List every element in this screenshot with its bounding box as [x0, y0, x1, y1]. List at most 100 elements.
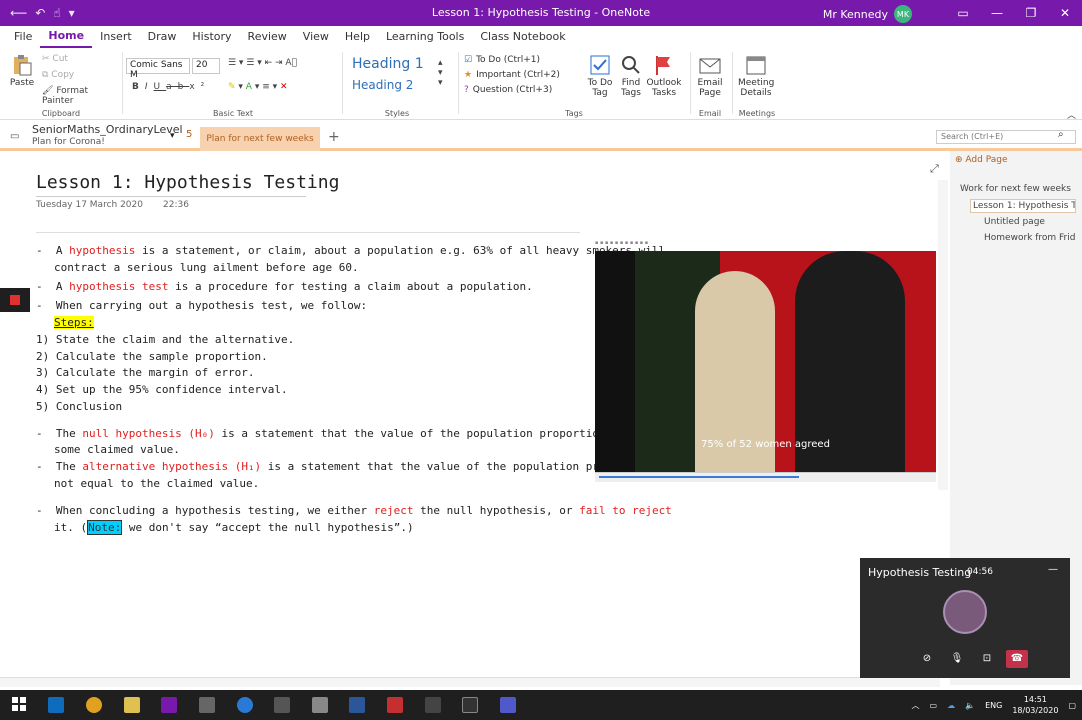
file-explorer-icon[interactable] [124, 697, 140, 713]
notebook-icon[interactable]: ▭ [10, 131, 19, 142]
outlook-icon[interactable] [48, 697, 64, 713]
call-window[interactable]: Hypothesis Testing 04:56 — ⊘ 🎙 ⊡ ☎ [860, 558, 1070, 678]
share-screen-icon[interactable]: ⊡ [976, 650, 998, 668]
vertical-scrollbar[interactable] [938, 180, 948, 490]
alt-hypothesis-line[interactable]: - The alternative hypothesis (H₁) is a s… [36, 460, 672, 473]
add-section-icon[interactable]: + [328, 129, 340, 145]
search-icon[interactable]: ⌕ [1058, 129, 1064, 140]
customize-icon[interactable]: ▾ [69, 6, 75, 20]
tab-help[interactable]: Help [337, 26, 378, 48]
video-controls[interactable] [595, 472, 936, 482]
step-2[interactable]: 2) Calculate the sample proportion. [36, 350, 268, 363]
camera-off-icon[interactable]: ⊘ [916, 650, 938, 668]
tab-learning-tools[interactable]: Learning Tools [378, 26, 472, 48]
tab-draw[interactable]: Draw [140, 26, 185, 48]
recording-indicator[interactable] [0, 288, 30, 312]
list-icons[interactable]: ☰ ▾ ☰ ▾ ⇤ ⇥ A⃥ [228, 58, 297, 68]
ribbon-display-icon[interactable]: ▭ [946, 0, 980, 26]
search-input[interactable]: Search (Ctrl+E) [936, 130, 1076, 144]
horizontal-scrollbar[interactable] [0, 677, 940, 687]
page-item-selected[interactable]: Lesson 1: Hypothesis Tes [970, 199, 1076, 213]
language-indicator[interactable]: ENG [985, 701, 1002, 710]
back-icon[interactable]: ⟵ [10, 6, 27, 20]
minimize-icon[interactable]: — [980, 0, 1014, 26]
note-line-1b[interactable]: contract a serious lung ailment before a… [54, 261, 359, 274]
outlook-tasks-button[interactable]: Outlook Tasks [646, 54, 682, 98]
notification-icon[interactable]: ▢ [1068, 701, 1076, 710]
step-1[interactable]: 1) State the claim and the alternative. [36, 333, 294, 346]
app-icon[interactable] [312, 697, 328, 713]
notebook-name[interactable]: SeniorMaths_OrdinaryLevel [32, 123, 183, 136]
null-hypothesis-line-b[interactable]: some claimed value. [54, 443, 180, 456]
app-icon[interactable] [237, 697, 253, 713]
tag-question[interactable]: ? Question (Ctrl+3) [464, 85, 552, 95]
restore-icon[interactable]: ❐ [1014, 0, 1048, 26]
paste-button[interactable]: Paste [4, 54, 40, 88]
tab-review[interactable]: Review [240, 26, 295, 48]
page-item[interactable]: Untitled page [984, 217, 1078, 227]
network-icon[interactable]: ▭ [930, 701, 938, 710]
clock[interactable]: 14:51 18/03/2020 [1012, 694, 1058, 716]
close-icon[interactable]: ✕ [1048, 0, 1082, 26]
teams-icon[interactable] [500, 697, 516, 713]
step-3[interactable]: 3) Calculate the margin of error. [36, 366, 255, 379]
heading2-style[interactable]: Heading 2 [352, 78, 413, 92]
add-page-button[interactable]: ⊕ Add Page [955, 155, 1077, 169]
section-group-name[interactable]: Plan for Corona! [32, 137, 105, 147]
tab-insert[interactable]: Insert [92, 26, 140, 48]
null-hypothesis-line[interactable]: - The null hypothesis (H₀) is a statemen… [36, 427, 685, 440]
email-page-button[interactable]: Email Page [692, 54, 728, 98]
app-icon[interactable] [462, 697, 478, 713]
find-tags-button[interactable]: Find Tags [613, 54, 649, 98]
alt-hypothesis-line-b[interactable]: not equal to the claimed value. [54, 477, 259, 490]
font-size-select[interactable]: 20 [192, 58, 220, 74]
embedded-video[interactable]: 75% of 52 women agreed [595, 251, 936, 472]
copy-button[interactable]: ⧉ Copy [42, 70, 74, 80]
page-item[interactable]: Homework from Frid [984, 233, 1078, 243]
page-title[interactable]: Lesson 1: Hypothesis Testing [36, 172, 339, 193]
steps-heading[interactable]: Steps: [54, 316, 94, 329]
user-account[interactable]: Mr Kennedy MK [823, 5, 912, 23]
collapse-ribbon-icon[interactable]: ︿ [1067, 108, 1076, 121]
meeting-details-button[interactable]: Meeting Details [738, 54, 774, 98]
font-name-select[interactable]: Comic Sans M [126, 58, 190, 80]
undo-icon[interactable]: ↶ [35, 6, 45, 20]
note-line-2[interactable]: - A hypothesis test is a procedure for t… [36, 280, 533, 293]
microphone-icon[interactable]: 🎙 [946, 650, 968, 668]
section-tab[interactable]: Plan for next few weeks [200, 127, 320, 151]
tab-view[interactable]: View [295, 26, 337, 48]
tag-important[interactable]: ★ Important (Ctrl+2) [464, 70, 560, 80]
styles-scroll[interactable]: ▴ ▾ ▾ [438, 58, 443, 88]
volume-icon[interactable]: 🔈 [965, 701, 975, 710]
color-icons[interactable]: ✎ ▾ A ▾ ≡ ▾ ✕ [228, 82, 288, 92]
note-line-1[interactable]: - A hypothesis is a statement, or claim,… [36, 244, 665, 257]
word-icon[interactable] [349, 697, 365, 713]
notebook-dropdown-icon[interactable]: ▾ [170, 131, 175, 141]
format-painter-button[interactable]: 🖌 Format Painter [42, 86, 122, 106]
step-5[interactable]: 5) Conclusion [36, 400, 122, 413]
calculator-icon[interactable] [274, 697, 290, 713]
onedrive-icon[interactable]: ☁ [947, 701, 955, 710]
cut-button[interactable]: ✂ Cut [42, 54, 68, 64]
touch-icon[interactable]: ☝ [53, 6, 60, 20]
tab-class-notebook[interactable]: Class Notebook [472, 26, 573, 48]
chrome-icon[interactable] [86, 697, 102, 713]
tab-history[interactable]: History [184, 26, 239, 48]
minimize-call-icon[interactable]: — [1048, 564, 1058, 575]
format-icons[interactable]: BIUabx² [132, 82, 210, 92]
hang-up-button[interactable]: ☎ [1006, 650, 1028, 668]
tab-file[interactable]: File [6, 26, 40, 48]
app-icon[interactable] [387, 697, 403, 713]
page-item[interactable]: Work for next few weeks [960, 184, 1078, 194]
app-icon[interactable] [199, 697, 215, 713]
tag-todo[interactable]: ☑ To Do (Ctrl+1) [464, 55, 540, 65]
conclusion-line[interactable]: - When concluding a hypothesis testing, … [36, 504, 672, 517]
onenote-icon[interactable] [161, 697, 177, 713]
step-4[interactable]: 4) Set up the 95% confidence interval. [36, 383, 288, 396]
tab-home[interactable]: Home [40, 26, 93, 48]
note-line-3[interactable]: - When carrying out a hypothesis test, w… [36, 299, 367, 312]
app-icon[interactable] [425, 697, 441, 713]
heading1-style[interactable]: Heading 1 [352, 56, 424, 72]
windows-start-icon[interactable] [12, 697, 26, 711]
conclusion-line-b[interactable]: it. (Note: we don't say “accept the null… [54, 520, 414, 535]
